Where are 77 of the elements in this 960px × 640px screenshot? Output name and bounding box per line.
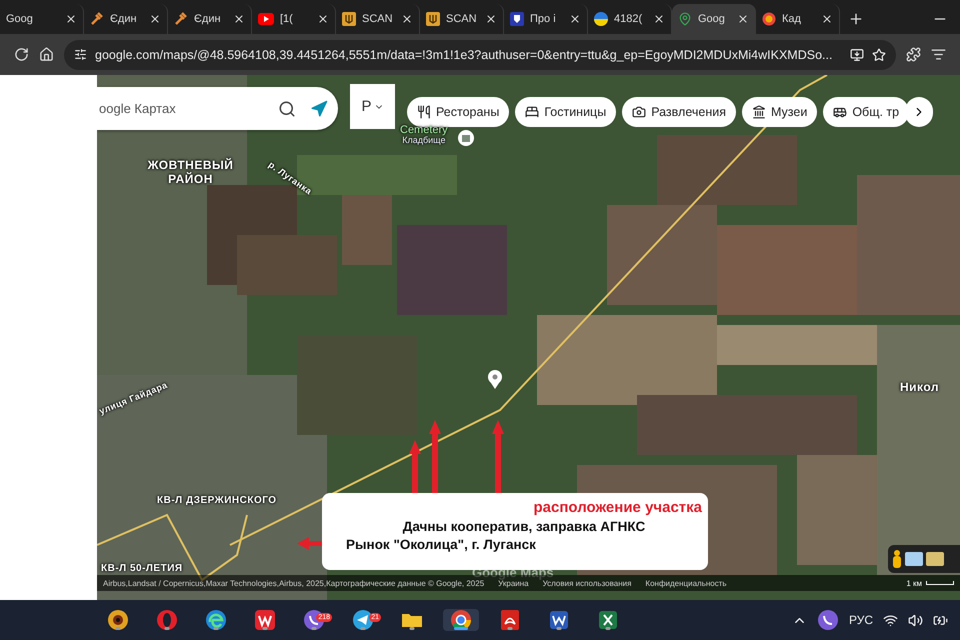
map-label: Никол xyxy=(900,380,940,394)
phone-bubble-icon xyxy=(816,609,839,631)
new-tab-icon[interactable] xyxy=(848,11,864,27)
close-icon[interactable] xyxy=(65,13,77,25)
trident-icon xyxy=(342,12,356,26)
close-icon[interactable] xyxy=(653,13,665,25)
layer-thumbnail[interactable] xyxy=(926,552,944,566)
category-chip[interactable]: Гостиницы xyxy=(515,97,616,127)
language-indicator[interactable]: РУС xyxy=(848,613,873,627)
category-chip[interactable]: Рестораны xyxy=(407,97,510,127)
taskbar-app[interactable] xyxy=(443,609,479,631)
footer-link[interactable]: Украина xyxy=(498,578,529,588)
language-dropdown[interactable]: Р xyxy=(350,84,395,129)
flag-icon xyxy=(594,12,608,26)
home-icon[interactable] xyxy=(39,47,54,62)
wps-icon xyxy=(254,609,276,631)
attribution-text: Airbus,Landsat / Copernicus,Maxar Technologies,Airbus, 2025,Картографические данные © Google, 2025 xyxy=(103,578,484,588)
layers-control[interactable] xyxy=(888,545,960,573)
browser-tab[interactable]: Goog xyxy=(672,4,756,34)
close-icon[interactable] xyxy=(317,13,329,25)
cemetery-pin-icon[interactable] xyxy=(457,129,475,149)
close-icon[interactable] xyxy=(737,13,749,25)
poi-name[interactable]: Cemetery xyxy=(400,125,448,136)
arrow xyxy=(409,440,421,495)
pegman-icon[interactable] xyxy=(892,550,902,568)
trident-icon xyxy=(426,12,440,26)
close-icon[interactable] xyxy=(233,13,245,25)
close-icon[interactable] xyxy=(821,13,833,25)
edge-icon xyxy=(205,609,227,631)
footer-link[interactable]: Конфиденциальность xyxy=(645,578,727,588)
map-label: КВ-Л 50-ЛЕТИЯ xyxy=(101,563,183,574)
bed-icon xyxy=(525,105,540,119)
scale-text: 1 км xyxy=(906,578,922,588)
map-pin-icon xyxy=(678,12,692,26)
address-bar[interactable]: google.com/maps/@48.5964108,39.4451264,5551m/data=!3m1!1e3?authuser=0&entry=ttu&g_ep=EgoyMDI2MDUxMi4wIKXMDSo... xyxy=(64,40,896,70)
bus-icon xyxy=(833,105,848,119)
pdf-icon xyxy=(499,609,521,631)
site-settings-icon[interactable] xyxy=(74,48,87,61)
scale-bar xyxy=(926,581,954,585)
close-icon[interactable] xyxy=(569,13,581,25)
play-icon xyxy=(258,13,274,25)
shield-icon xyxy=(510,12,524,26)
layer-thumbnail[interactable] xyxy=(905,552,923,566)
bookmark-icon[interactable] xyxy=(872,48,886,62)
category-chip[interactable]: Общ. тр xyxy=(823,97,910,127)
close-icon[interactable] xyxy=(485,13,497,25)
search-bar[interactable]: oogle Картах xyxy=(97,87,338,130)
extensions-icon[interactable] xyxy=(906,47,921,62)
opera-icon xyxy=(156,609,178,631)
excel-icon xyxy=(597,609,619,631)
wifi-icon[interactable] xyxy=(883,612,898,628)
search-icon[interactable] xyxy=(278,100,296,118)
poi-subtitle[interactable]: Кладбище xyxy=(402,136,446,145)
museum-icon xyxy=(752,105,766,119)
camera-icon xyxy=(632,105,646,119)
annotation-title: расположение участка xyxy=(534,499,702,516)
reload-icon[interactable] xyxy=(14,47,29,62)
map-label: КВ-Л ДЗЕРЖИНСКОГО xyxy=(157,495,277,506)
menu-icon[interactable] xyxy=(931,47,946,62)
volume-icon[interactable] xyxy=(908,612,923,628)
close-icon[interactable] xyxy=(149,13,161,25)
install-icon[interactable] xyxy=(850,48,864,62)
category-chip[interactable]: Музеи xyxy=(742,97,818,127)
annotation-text: Дачны кооператив, заправка АГНКС xyxy=(402,519,646,534)
gavel-icon xyxy=(174,12,188,26)
map-label: ЖОВТНЕВЫЙ РАЙОН xyxy=(146,158,234,186)
word-icon xyxy=(548,609,570,631)
eye-icon xyxy=(107,609,129,631)
place-pin-icon xyxy=(488,370,502,389)
ring-icon xyxy=(762,12,776,26)
category-chip[interactable]: Развлечения xyxy=(622,97,736,127)
gavel-icon xyxy=(90,12,104,26)
close-icon[interactable] xyxy=(401,13,413,25)
directions-icon[interactable] xyxy=(310,100,328,118)
utensils-icon xyxy=(417,105,431,119)
footer-link[interactable]: Условия использования xyxy=(542,578,632,588)
annotation-text: Рынок "Околица", г. Луганск xyxy=(346,537,536,552)
